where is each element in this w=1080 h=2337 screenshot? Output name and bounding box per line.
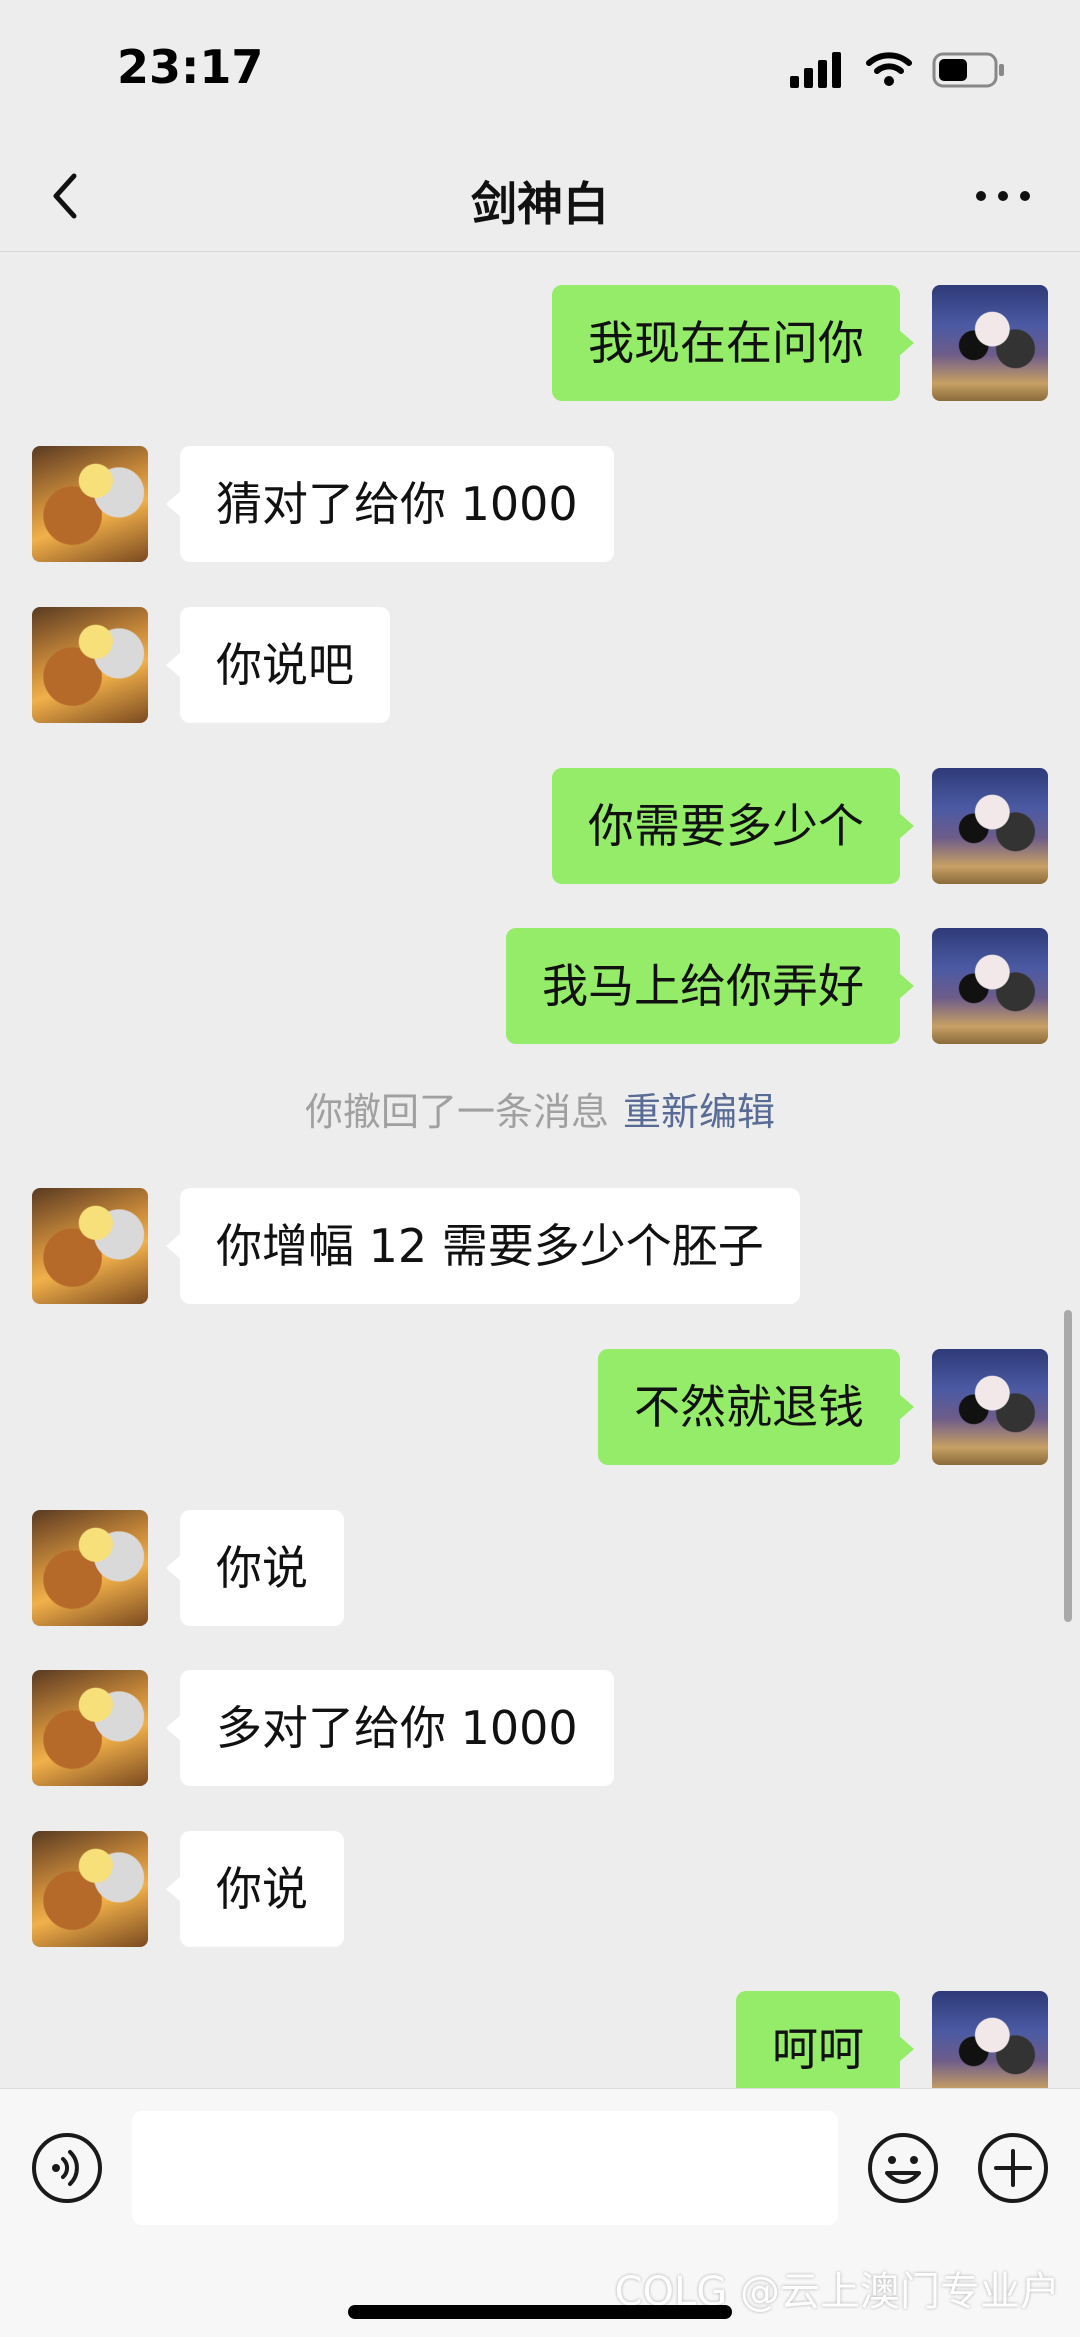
status-bar: 23:17 xyxy=(0,0,1080,140)
message-row: 我现在在问你 xyxy=(0,285,1080,401)
message-row: 你说 xyxy=(0,1510,1080,1626)
received-message-bubble[interactable]: 你增幅 12 需要多少个胚子 xyxy=(166,1188,800,1304)
nav-bar: 剑神白 xyxy=(0,140,1080,252)
contact-avatar[interactable] xyxy=(32,1670,148,1786)
home-indicator[interactable] xyxy=(348,2305,732,2319)
recall-notice: 你撤回了一条消息 重新编辑 xyxy=(0,1081,1080,1136)
message-row: 猜对了给你 1000 xyxy=(0,446,1080,562)
sent-message-bubble[interactable]: 我现在在问你 xyxy=(552,285,914,401)
sent-message-bubble[interactable]: 呵呵 xyxy=(736,1991,914,2088)
battery-icon xyxy=(932,52,1004,88)
message-row: 你说 xyxy=(0,1831,1080,1947)
sent-message-bubble[interactable]: 你需要多少个 xyxy=(552,768,914,884)
re-edit-link[interactable]: 重新编辑 xyxy=(623,1090,775,1134)
contact-avatar[interactable] xyxy=(32,607,148,723)
chat-title: 剑神白 xyxy=(471,177,609,231)
contact-avatar[interactable] xyxy=(32,1831,148,1947)
sent-message-bubble[interactable]: 不然就退钱 xyxy=(598,1349,914,1465)
recall-notice-text: 你撤回了一条消息 xyxy=(304,1090,609,1134)
message-row: 我马上给你弄好 xyxy=(0,928,1080,1044)
self-avatar[interactable] xyxy=(932,928,1048,1044)
message-row: 不然就退钱 xyxy=(0,1349,1080,1465)
message-input[interactable] xyxy=(132,2111,838,2225)
ellipsis-icon[interactable] xyxy=(970,166,1036,226)
sent-message-bubble[interactable]: 我马上给你弄好 xyxy=(506,928,914,1044)
plus-icon[interactable] xyxy=(976,2131,1050,2205)
received-message-bubble[interactable]: 多对了给你 1000 xyxy=(166,1670,614,1786)
received-message-bubble[interactable]: 猜对了给你 1000 xyxy=(166,446,614,562)
message-row: 你增幅 12 需要多少个胚子 xyxy=(0,1188,1080,1304)
message-row: 呵呵 xyxy=(0,1991,1080,2088)
emoji-icon[interactable] xyxy=(866,2131,940,2205)
message-row: 多对了给你 1000 xyxy=(0,1670,1080,1786)
contact-avatar[interactable] xyxy=(32,1510,148,1626)
self-avatar[interactable] xyxy=(932,1349,1048,1465)
received-message-bubble[interactable]: 你说吧 xyxy=(166,607,390,723)
wifi-icon xyxy=(866,52,912,86)
status-time: 23:17 xyxy=(117,40,264,94)
chat-message-list[interactable]: 我现在在问你 猜对了给你 1000 你说吧 你需要多少个 我马上给你弄好 你撤回… xyxy=(0,253,1080,2088)
contact-avatar[interactable] xyxy=(32,1188,148,1304)
voice-icon[interactable] xyxy=(30,2131,104,2205)
chat-scrollbar[interactable] xyxy=(1064,1310,1072,1622)
contact-avatar[interactable] xyxy=(32,446,148,562)
self-avatar[interactable] xyxy=(932,1991,1048,2088)
cellular-signal-icon xyxy=(790,52,842,88)
self-avatar[interactable] xyxy=(932,285,1048,401)
input-bar: COLG @云上澳门专业户 xyxy=(0,2088,1080,2337)
message-row: 你说吧 xyxy=(0,607,1080,723)
message-row: 你需要多少个 xyxy=(0,768,1080,884)
self-avatar[interactable] xyxy=(932,768,1048,884)
received-message-bubble[interactable]: 你说 xyxy=(166,1510,344,1626)
received-message-bubble[interactable]: 你说 xyxy=(166,1831,344,1947)
